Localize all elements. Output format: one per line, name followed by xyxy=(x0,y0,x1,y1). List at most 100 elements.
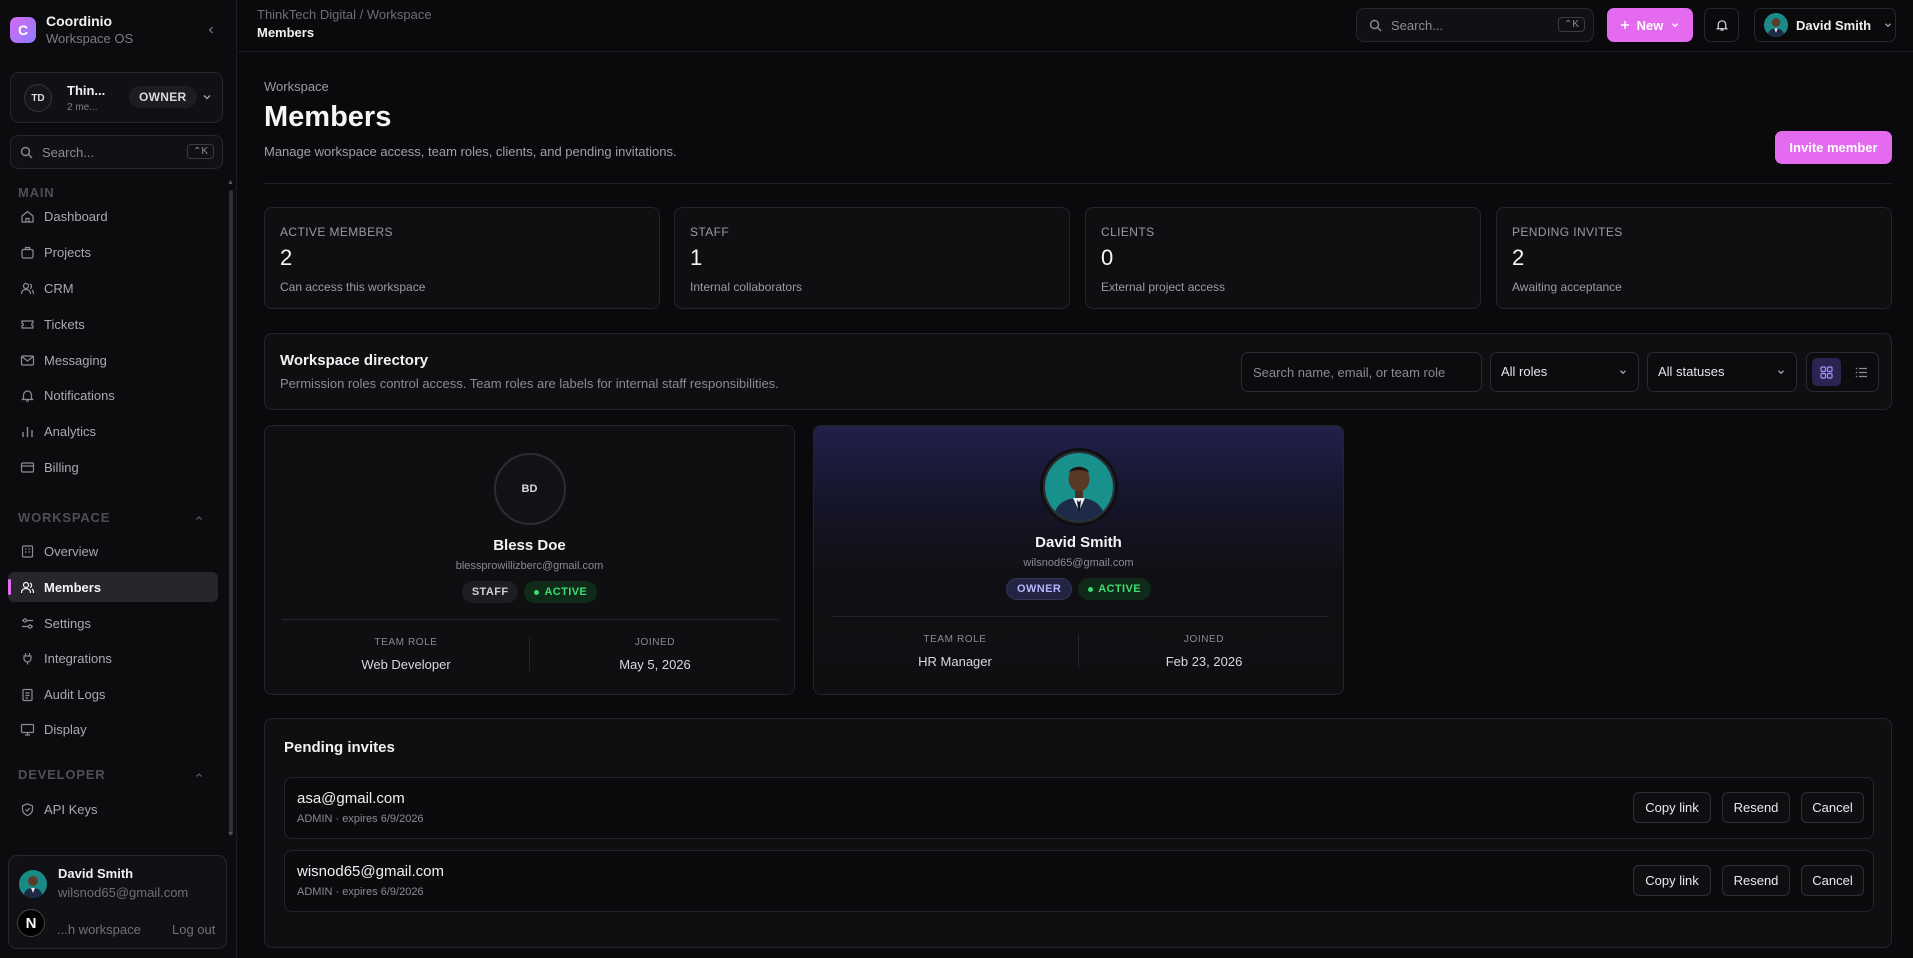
breadcrumb[interactable]: ThinkTech Digital / Workspace xyxy=(257,7,432,22)
team-role-column: TEAM ROLE HR Manager xyxy=(831,634,1079,669)
sidebar-item-crm[interactable]: CRM xyxy=(8,273,218,303)
cancel-invite-button[interactable]: Cancel xyxy=(1801,792,1864,823)
invite-meta: ADMIN · expires 6/9/2026 xyxy=(297,813,424,825)
section-title-developer: DEVELOPER xyxy=(18,767,106,782)
dev-tools-badge[interactable]: N xyxy=(17,909,45,937)
app-name: Coordinio xyxy=(46,13,113,29)
stat-label: STAFF xyxy=(690,225,730,239)
pending-invites-title: Pending invites xyxy=(284,739,395,756)
brand[interactable]: C Coordinio Workspace OS xyxy=(10,13,133,46)
sidebar-item-analytics[interactable]: Analytics xyxy=(8,416,218,446)
chevron-down-icon xyxy=(1883,20,1893,30)
invite-email: wisnod65@gmail.com xyxy=(297,863,444,880)
sidebar-search-input[interactable]: Search... ⌃K xyxy=(10,135,223,169)
sidebar-item-audit-logs[interactable]: Audit Logs xyxy=(8,679,218,709)
stat-value: 1 xyxy=(690,245,703,270)
sidebar-item-projects[interactable]: Projects xyxy=(8,237,218,267)
sidebar-item-billing[interactable]: Billing xyxy=(8,452,218,482)
directory-subtitle: Permission roles control access. Team ro… xyxy=(280,376,779,391)
cancel-invite-button[interactable]: Cancel xyxy=(1801,865,1864,896)
workspace-directory-toolbar: Workspace directory Permission roles con… xyxy=(264,333,1892,410)
joined-column: JOINED Feb 23, 2026 xyxy=(1080,634,1328,669)
joined-label: JOINED xyxy=(1183,634,1225,645)
copy-link-button[interactable]: Copy link xyxy=(1633,865,1711,896)
user-email: wilsnod65@gmail.com xyxy=(58,885,189,900)
global-search-input[interactable]: Search... ⌃K xyxy=(1356,8,1594,42)
role-badge: OWNER xyxy=(1006,578,1073,600)
chevron-up-icon[interactable] xyxy=(194,770,204,780)
workspace-switcher[interactable]: TD Thin... 2 me... OWNER xyxy=(10,72,223,123)
workspace-role-badge: OWNER xyxy=(129,86,197,108)
sidebar-item-tickets[interactable]: Tickets xyxy=(8,309,218,339)
joined-label: JOINED xyxy=(634,637,676,648)
sidebar-nav: MAIN Dashboard Projects CRM Tickets Mess… xyxy=(0,180,237,842)
sidebar-user-card: David Smith wilsnod65@gmail.com ...h wor… xyxy=(8,855,227,949)
sidebar-item-label: Dashboard xyxy=(44,208,108,224)
stat-value: 2 xyxy=(1512,245,1525,270)
collapse-sidebar-icon[interactable] xyxy=(206,25,216,35)
sidebar-item-messaging[interactable]: Messaging xyxy=(8,345,218,375)
search-icon xyxy=(20,146,33,159)
role-filter-select[interactable]: All roles xyxy=(1490,352,1639,392)
clipboard-icon xyxy=(20,687,35,702)
avatar: BD xyxy=(493,453,566,525)
member-email: wilsnod65@gmail.com xyxy=(1023,557,1134,569)
sidebar-item-dashboard[interactable]: Dashboard xyxy=(8,201,218,231)
sidebar-item-integrations[interactable]: Integrations xyxy=(8,643,218,673)
status-filter-select[interactable]: All statuses xyxy=(1647,352,1797,392)
grid-view-button[interactable] xyxy=(1812,358,1841,386)
view-toggle xyxy=(1806,352,1879,392)
logout-link[interactable]: Log out xyxy=(172,922,215,937)
scroll-up-arrow[interactable]: ▲ xyxy=(227,179,234,186)
status-badge: ACTIVE xyxy=(1078,578,1151,600)
member-card-bless-doe[interactable]: BD Bless Doe blessprowillizberc@gmail.co… xyxy=(264,425,795,695)
invite-member-button[interactable]: Invite member xyxy=(1775,131,1892,164)
sidebar-item-display[interactable]: Display xyxy=(8,714,218,744)
scroll-down-arrow[interactable]: ▼ xyxy=(227,831,234,838)
new-button[interactable]: New xyxy=(1607,8,1693,42)
app-logo: C xyxy=(10,16,36,43)
chevron-up-icon[interactable] xyxy=(194,513,204,523)
mail-icon xyxy=(20,353,35,368)
topbar: ThinkTech Digital / Workspace Members Se… xyxy=(238,0,1913,52)
notifications-button[interactable] xyxy=(1704,8,1739,42)
member-card-david-smith[interactable]: David Smith wilsnod65@gmail.com OWNER AC… xyxy=(813,425,1344,695)
bell-icon xyxy=(20,388,35,403)
chevron-down-icon xyxy=(1776,367,1786,377)
sidebar-item-label: Billing xyxy=(44,459,79,475)
status-badge-label: ACTIVE xyxy=(1098,583,1141,595)
sidebar-item-api-keys[interactable]: API Keys xyxy=(8,794,218,824)
switch-workspace-link[interactable]: ...h workspace xyxy=(57,922,141,937)
workspace-member-count: 2 me... xyxy=(67,102,98,113)
status-dot-icon xyxy=(1088,586,1094,592)
list-view-button[interactable] xyxy=(1847,358,1876,386)
avatar[interactable] xyxy=(19,870,47,898)
directory-search-input[interactable]: Search name, email, or team role xyxy=(1241,352,1482,392)
bar-chart-icon xyxy=(20,424,35,439)
sidebar-item-label: CRM xyxy=(44,280,74,296)
topbar-title: Members xyxy=(257,25,315,40)
sidebar-item-members[interactable]: Members xyxy=(8,572,218,602)
joined-column: JOINED May 5, 2026 xyxy=(531,637,779,672)
sidebar-item-overview[interactable]: Overview xyxy=(8,536,218,566)
role-badge: STAFF xyxy=(461,581,519,603)
copy-link-button[interactable]: Copy link xyxy=(1633,792,1711,823)
sidebar-item-label: Overview xyxy=(44,543,99,559)
resend-button[interactable]: Resend xyxy=(1722,865,1790,896)
divider xyxy=(282,619,779,620)
sidebar-item-label: Settings xyxy=(44,615,91,631)
resend-button[interactable]: Resend xyxy=(1722,792,1790,823)
sidebar-item-settings[interactable]: Settings xyxy=(8,608,218,638)
user-menu-button[interactable]: David Smith xyxy=(1754,8,1896,42)
stat-label: PENDING INVITES xyxy=(1512,225,1623,239)
section-title-main: MAIN xyxy=(18,185,55,200)
sidebar-item-label: Tickets xyxy=(44,316,85,332)
page-title: Members xyxy=(264,101,392,133)
app-subtitle: Workspace OS xyxy=(46,31,134,46)
sidebar-item-label: Projects xyxy=(44,244,91,260)
sidebar-scrollbar[interactable] xyxy=(229,190,233,835)
section-title-workspace: WORKSPACE xyxy=(18,510,111,525)
list-item: asa@gmail.com ADMIN · expires 6/9/2026 C… xyxy=(284,777,1874,839)
sidebar-item-notifications[interactable]: Notifications xyxy=(8,380,218,410)
user-name: David Smith xyxy=(58,866,134,881)
